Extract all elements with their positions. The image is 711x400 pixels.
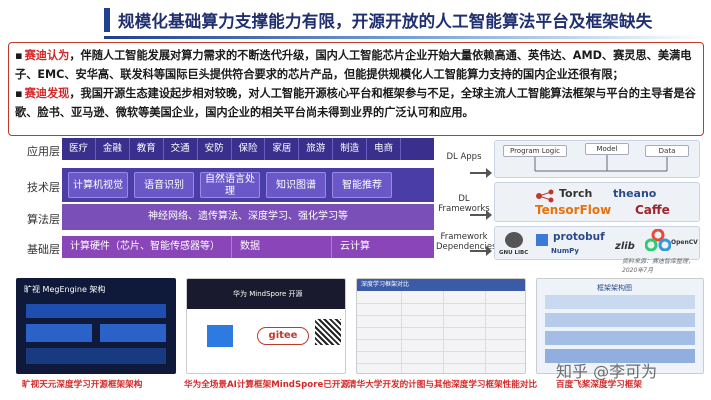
ai-architecture-diagram: 应用层 医疗 金融 教育 交通 安防 保险 家居 旅游 制造 电商 技术层 计算… <box>8 138 434 260</box>
thumbnail-jittor-comparison: 深度学习框架对比 <box>356 278 526 374</box>
app-cell: 保险 <box>232 138 266 160</box>
thumb-block <box>26 348 166 364</box>
paragraph-1: ▪ 赛迪认为，伴随人工智能发展对算力需求的不断迭代升级，国内人工智能芯片企业开始大… <box>15 46 697 84</box>
bullet-icon: ▪ <box>15 49 23 62</box>
table-gridline <box>357 315 525 316</box>
thumb-block <box>545 313 695 327</box>
arrow-icon <box>470 246 492 256</box>
caption-jittor: 清华大学开发的计图与其他深度学习框架性能对比 <box>348 380 538 390</box>
thumb-block <box>545 295 695 309</box>
base-item: 数据 <box>232 236 332 258</box>
label-dl-apps: DL Apps <box>446 152 482 162</box>
page-title: 规模化基础算力支撑能力有限，开源开放的人工智能算法平台及框架缺失 <box>118 12 653 31</box>
thumb-block <box>26 304 166 318</box>
tensorflow-logo: TensorFlow <box>535 203 612 217</box>
app-cell: 交通 <box>164 138 198 160</box>
base-layer-band: 计算硬件（芯片、智能传感器等） 数据 云计算 <box>62 236 434 258</box>
numpy-logo: NumPy <box>551 247 579 255</box>
dl-frameworks-box: Torch theano TensorFlow Caffe <box>494 182 700 222</box>
paragraph-2-lead: 赛迪发现 <box>24 87 70 100</box>
thumbnail-megengine: 旷视 MegEngine 架构 <box>16 278 176 374</box>
opencv-icon <box>645 229 671 251</box>
opencv-logo: OpenCV <box>671 239 698 246</box>
dependencies-box: GNU LIBC protobuf NumPy zlib OpenCV <box>494 226 700 260</box>
app-cell: 电商 <box>367 138 402 160</box>
table-gridline <box>357 351 525 352</box>
label-algo-layer: 算法层 <box>27 213 60 226</box>
tech-item: 智能推荐 <box>332 172 392 198</box>
qrcode-icon <box>315 319 341 345</box>
app-cell <box>401 138 434 160</box>
label-dl-frameworks: DL Frameworks <box>438 194 490 214</box>
thumb-title: 华为 MindSpore 开源 <box>233 290 303 298</box>
table-gridline <box>357 363 525 364</box>
caffe-logo: Caffe <box>635 203 670 217</box>
tech-layer-band: 计算机视觉 语音识别 自然语言处理 知识图谱 智能推荐 <box>62 168 434 202</box>
table-gridline <box>357 327 525 328</box>
app-cell: 家居 <box>265 138 300 160</box>
thumbnail-mindspore: 华为 MindSpore 开源 gitee <box>186 278 346 374</box>
table-gridline <box>443 291 444 373</box>
thumb-block <box>100 324 166 342</box>
caption-mindspore: 华为全场景AI计算框架MindSpore已开源 <box>184 380 350 390</box>
arrow-icon <box>470 210 492 220</box>
tech-item: 语音识别 <box>134 172 194 198</box>
thumb-title: 深度学习框架对比 <box>357 279 525 291</box>
paragraph-1-text: ，伴随人工智能发展对算力需求的不断迭代升级，国内人工智能芯片企业开始大量依赖高通… <box>15 49 692 81</box>
gitee-badge: gitee <box>257 327 309 345</box>
base-item: 计算硬件（芯片、智能传感器等） <box>62 236 232 258</box>
gnu-icon <box>505 232 523 248</box>
thumb-title: 旷视 MegEngine 架构 <box>24 285 106 294</box>
title-bar: 规模化基础算力支撑能力有限，开源开放的人工智能算法平台及框架缺失 <box>0 0 711 40</box>
title-accent <box>104 8 110 32</box>
app-cell: 旅游 <box>299 138 334 160</box>
gnu-libc-logo: GNU LIBC <box>499 250 529 256</box>
zhihu-watermark: 知乎 @李可为 <box>556 362 658 381</box>
table-gridline <box>401 291 402 373</box>
paragraph-2: ▪ 赛迪发现，我国开源生态建设起步相对较晚，对人工智能开源核心平台和框架参与不足，… <box>15 84 697 122</box>
label-app-layer: 应用层 <box>27 145 60 158</box>
table-gridline <box>485 291 486 373</box>
paragraph-2-text: ，我国开源生态建设起步相对较晚，对人工智能开源核心平台和框架参与不足，全球主流人… <box>15 87 696 119</box>
table-gridline <box>357 303 525 304</box>
torch-logo: Torch <box>559 187 593 200</box>
bullet-icon: ▪ <box>15 87 23 100</box>
label-framework-dependencies: Framework Dependencies <box>436 232 497 252</box>
caption-megengine: 旷视天元深度学习开源框架架构 <box>22 380 143 390</box>
app-cell: 安防 <box>198 138 232 160</box>
zlib-logo: zlib <box>615 241 635 252</box>
tech-item: 计算机视觉 <box>68 172 128 198</box>
app-cell: 制造 <box>333 138 368 160</box>
base-item: 云计算 <box>340 241 370 252</box>
mindspore-icon <box>207 325 233 347</box>
framework-stack-diagram: DL Apps Program Logic Model Data DL Fram… <box>436 138 702 274</box>
thumb-block <box>26 324 92 342</box>
dl-apps-links <box>534 155 668 172</box>
network-icon <box>536 189 554 203</box>
protobuf-logo: protobuf <box>553 231 605 243</box>
paragraph-1-lead: 赛迪认为 <box>24 49 70 62</box>
summary-textbox: ▪ 赛迪认为，伴随人工智能发展对算力需求的不断迭代升级，国内人工智能芯片企业开始大… <box>8 42 704 136</box>
app-cell: 医疗 <box>62 138 96 160</box>
dl-apps-box: Program Logic Model Data <box>494 140 700 178</box>
source-note: 资料来源：赛迪智库整理，2020年7月 <box>622 258 695 274</box>
theano-logo: theano <box>613 187 657 200</box>
thumb-block <box>545 331 695 345</box>
arrow-icon <box>470 168 492 178</box>
protobuf-icon <box>536 234 548 246</box>
app-cell: 金融 <box>96 138 130 160</box>
thumb-title: 框架架构图 <box>597 284 632 292</box>
app-cell: 教育 <box>130 138 164 160</box>
label-tech-layer: 技术层 <box>27 181 60 194</box>
algo-layer-band: 神经网络、遗传算法、深度学习、强化学习等 <box>62 204 434 230</box>
title-underline <box>104 36 704 39</box>
tech-item: 自然语言处理 <box>200 172 260 198</box>
app-layer-band: 医疗 金融 教育 交通 安防 保险 家居 旅游 制造 电商 <box>62 138 434 160</box>
table-gridline <box>357 339 525 340</box>
tech-item: 知识图谱 <box>266 172 326 198</box>
label-base-layer: 基础层 <box>27 243 60 256</box>
